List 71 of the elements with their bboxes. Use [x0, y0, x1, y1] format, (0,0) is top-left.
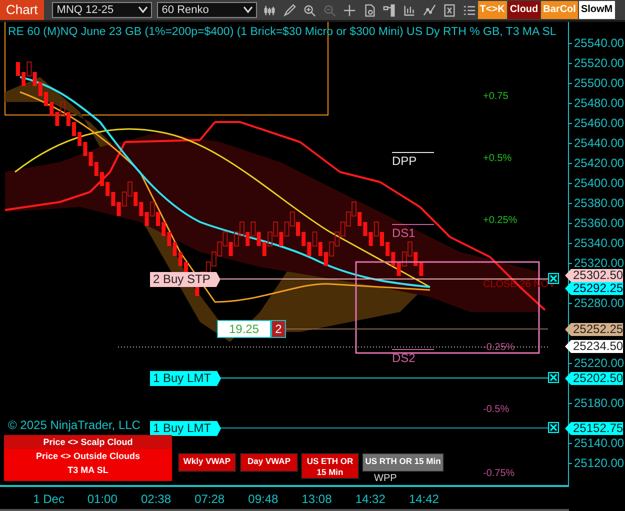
percent-label: +0.5%: [483, 153, 512, 164]
zoom-in-icon[interactable]: [302, 4, 316, 16]
price-tick: 25360.00: [569, 217, 624, 229]
price-tick: 25540.00: [569, 37, 624, 49]
percent-label: -0.75%: [483, 468, 515, 479]
crosshair-icon[interactable]: [342, 4, 356, 16]
time-label: 13:08: [300, 491, 333, 508]
price-tick: 25440.00: [569, 137, 624, 149]
price-marker: 25152.75: [565, 422, 623, 435]
time-label: 14:32: [354, 491, 386, 508]
price-tick: 25480.00: [569, 97, 624, 109]
time-label: 07:28: [194, 491, 226, 508]
caret-icon: [138, 6, 148, 14]
percent-label: -0.25%: [483, 342, 515, 353]
close-order-icon[interactable]: [548, 422, 559, 433]
interval-dropdown[interactable]: 60 Renko: [156, 2, 257, 18]
bar-chart-icon[interactable]: [402, 4, 416, 16]
document-search-icon[interactable]: [362, 4, 376, 16]
order-label[interactable]: 1 Buy LMT: [150, 371, 222, 386]
price-tick: 25120.00: [569, 457, 624, 469]
instrument-dropdown[interactable]: MNQ 12-25: [52, 2, 152, 18]
indicator-button[interactable]: US RTH OR 15 Min: [362, 453, 444, 472]
position-quantity[interactable]: 2: [271, 320, 286, 338]
indicator-toggle[interactable]: Cloud: [508, 1, 540, 19]
indicator-button[interactable]: Wkly VWAP: [178, 453, 236, 472]
close-order-icon[interactable]: [548, 372, 559, 383]
price-marker: 25202.50: [565, 372, 623, 385]
alert-banner: T3 MA SL: [4, 463, 172, 481]
time-label: 14:42: [408, 491, 440, 508]
line-chart-icon[interactable]: [422, 4, 436, 16]
position-pnl: 19.25: [217, 320, 271, 338]
price-marker: 25252.25: [565, 323, 623, 336]
pivot-level-label: DS1: [392, 224, 434, 240]
percent-label: -0.5%: [483, 404, 510, 415]
price-tick: 25180.00: [569, 397, 624, 409]
time-label: 01:00: [86, 491, 118, 508]
caret-icon: [242, 6, 253, 14]
pencil-icon[interactable]: [282, 4, 296, 16]
copyright-text: © 2025 NinjaTrader, LLC: [8, 418, 140, 432]
time-label: 09:48: [247, 491, 280, 508]
time-label: 1 Dec: [32, 491, 66, 508]
price-tick: 25460.00: [569, 117, 624, 129]
price-tick: 25500.00: [569, 77, 624, 89]
indicator-toggle[interactable]: SlowM: [578, 1, 615, 19]
list-icon[interactable]: [462, 4, 476, 16]
price-tick: 25420.00: [569, 157, 624, 169]
indicator-button[interactable]: US ETH OR 15 Min: [301, 453, 359, 479]
price-marker: 25292.25: [565, 282, 623, 295]
order-label[interactable]: 1 Buy LMT: [150, 421, 222, 436]
pivot-level-label: DPP: [392, 152, 434, 168]
percent-label: +0.75: [483, 91, 508, 102]
pivot-level-label: DS2: [392, 349, 434, 365]
price-marker: 25234.50: [565, 340, 623, 353]
price-tick: 25520.00: [569, 57, 624, 69]
price-tick: 25140.00: [569, 437, 624, 449]
alert-banner: Price <> Scalp Cloud: [4, 435, 172, 449]
price-tick: 25400.00: [569, 177, 624, 189]
price-marker: 25302.50: [565, 269, 623, 282]
price-tick: 25280.00: [569, 297, 624, 309]
wpp-label: WPP: [374, 473, 397, 484]
candlestick-icon[interactable]: [262, 4, 276, 16]
percent-label: +0.25%: [483, 215, 518, 226]
alert-banner: Price <> Outside Clouds: [4, 449, 172, 463]
price-tick: 25220.00: [569, 357, 624, 369]
chart-tab[interactable]: Chart: [0, 0, 44, 20]
order-label[interactable]: 2 Buy STP: [150, 272, 220, 287]
price-tick: 25340.00: [569, 237, 624, 249]
time-label: 02:38: [140, 491, 172, 508]
price-tick: 25320.00: [569, 257, 624, 269]
price-tick: 25380.00: [569, 197, 624, 209]
indicator-button[interactable]: Day VWAP: [240, 453, 298, 472]
